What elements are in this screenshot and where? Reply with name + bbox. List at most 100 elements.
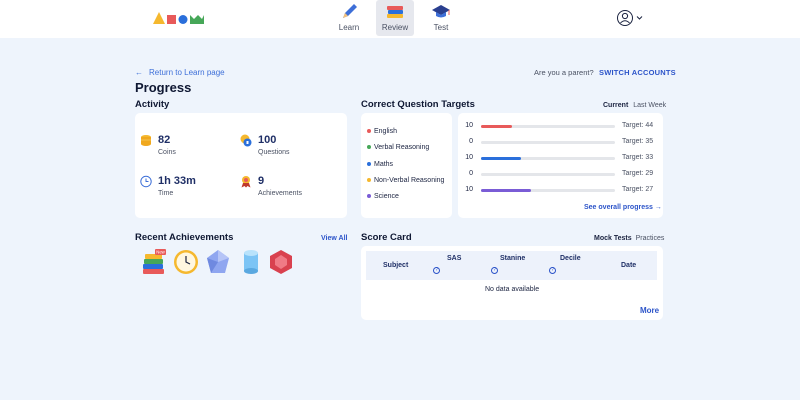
nav-learn[interactable]: Learn (330, 0, 368, 36)
subject-nonverbal-label: Non-Verbal Reasoning (374, 177, 445, 184)
subject-verbal: Verbal Reasoning (367, 144, 429, 151)
nav-review-label: Review (381, 23, 409, 32)
target-progress-track (481, 141, 615, 144)
tab-mock-tests[interactable]: Mock Tests (594, 235, 632, 242)
column-stanine: Stanine (500, 255, 526, 262)
target-row: 0 Target: 29 (458, 170, 663, 180)
activity-title: Activity (135, 99, 170, 110)
books-badge-tag: New (156, 250, 165, 255)
achievements-value: 9 (258, 175, 265, 187)
target-label: Target: 35 (622, 138, 654, 145)
help-icon[interactable]: ? (549, 267, 556, 274)
nav-test-label: Test (433, 23, 449, 32)
subject-science-label: Science (374, 193, 399, 200)
crystal-badge-icon[interactable] (205, 249, 231, 275)
target-count: 10 (465, 186, 473, 193)
medal-icon (241, 176, 251, 188)
target-label: Target: 44 (622, 122, 654, 129)
empty-state-text: No data available (485, 286, 540, 293)
books-icon (387, 6, 403, 18)
top-header: Learn Review Test (0, 0, 800, 38)
nav-learn-label: Learn (338, 23, 360, 32)
subject-legend-card: English Verbal Reasoning Maths Non-Verba… (361, 113, 452, 218)
achievements-label: Achievements (258, 190, 302, 197)
target-row: 10 Target: 27 (458, 186, 663, 196)
target-row: 10 Target: 44 (458, 122, 663, 132)
target-row: 0 Target: 35 (458, 138, 663, 148)
return-link[interactable]: ← Return to Learn page (135, 68, 225, 77)
scorecard-title: Score Card (361, 232, 412, 243)
english-dot (367, 129, 371, 134)
nav-review[interactable]: Review (376, 0, 414, 36)
help-icon[interactable]: ? (491, 267, 498, 274)
coins-label: Coins (158, 149, 176, 156)
science-dot (367, 194, 371, 199)
coins-icon (141, 135, 151, 146)
target-progress-fill (481, 189, 531, 192)
cylinder-badge-icon[interactable] (238, 249, 264, 275)
target-count: 0 (469, 170, 473, 177)
achievements-title: Recent Achievements (135, 232, 234, 243)
verbal-dot (367, 145, 371, 150)
subject-verbal-label: Verbal Reasoning (374, 144, 430, 151)
target-progress-fill (481, 125, 512, 128)
pencil-icon (343, 4, 357, 18)
tab-practices[interactable]: Practices (636, 235, 665, 242)
target-count: 10 (465, 122, 473, 129)
column-subject: Subject (383, 262, 409, 269)
books-badge-icon[interactable]: New (141, 249, 167, 275)
questions-label: Questions (258, 149, 290, 156)
subject-english: English (367, 128, 397, 135)
nonverbal-dot (367, 178, 371, 183)
arrow-left-icon: ← (135, 68, 143, 77)
questions-value: 100 (258, 134, 277, 146)
view-all-link[interactable]: View All (321, 235, 347, 242)
user-menu[interactable] (617, 9, 645, 27)
target-progress-track (481, 173, 615, 176)
targets-title: Correct Question Targets (361, 99, 475, 110)
see-overall-progress-link[interactable]: See overall progress → (584, 204, 662, 211)
target-progress-track (481, 157, 615, 160)
target-progress-track (481, 125, 615, 128)
graduation-cap-icon (432, 5, 450, 18)
nav-test[interactable]: Test (422, 0, 460, 36)
target-label: Target: 29 (622, 170, 654, 177)
column-date: Date (621, 262, 637, 269)
toggle-last-week[interactable]: Last Week (633, 102, 666, 109)
activity-card: 82 Coins 100 Questions 1h 33m Time 9 Ach… (135, 113, 347, 218)
target-progress-track (481, 189, 615, 192)
target-label: Target: 27 (622, 186, 654, 193)
return-link-label: Return to Learn page (149, 68, 225, 77)
subject-nonverbal: Non-Verbal Reasoning (367, 177, 444, 184)
clock-badge-icon[interactable] (173, 249, 199, 275)
subject-science: Science (367, 193, 399, 200)
target-label: Target: 33 (622, 154, 654, 161)
parent-question: Are you a parent? (534, 68, 594, 77)
coins-value: 82 (158, 134, 171, 146)
scorecard-table-header: Subject SAS ? Stanine ? Decile ? Date (366, 251, 657, 280)
logo[interactable] (152, 9, 206, 25)
subject-maths: Maths (367, 161, 393, 168)
more-button[interactable]: More (640, 306, 659, 315)
column-decile: Decile (560, 255, 581, 262)
clock-icon (140, 175, 152, 188)
subject-english-label: English (374, 128, 397, 135)
target-count: 0 (469, 138, 473, 145)
help-icon[interactable]: ? (433, 267, 440, 274)
maths-dot (367, 162, 371, 167)
column-sas: SAS (447, 255, 462, 262)
targets-card: 10 Target: 44 0 Target: 35 10 Target: 33… (458, 113, 663, 218)
targets-toggle: Current Last Week (603, 102, 666, 109)
questions-icon (240, 134, 252, 147)
time-label: Time (158, 190, 174, 197)
toggle-current[interactable]: Current (603, 102, 628, 109)
target-progress-fill (481, 157, 522, 160)
target-count: 10 (465, 154, 473, 161)
time-value: 1h 33m (158, 175, 196, 187)
switch-accounts-button[interactable]: SWITCH ACCOUNTS (599, 68, 676, 77)
ruby-badge-icon[interactable] (268, 249, 294, 275)
scorecard-tabs: Mock Tests Practices (594, 235, 664, 242)
page-title: Progress (135, 80, 192, 95)
target-row: 10 Target: 33 (458, 154, 663, 164)
subject-maths-label: Maths (374, 161, 394, 168)
